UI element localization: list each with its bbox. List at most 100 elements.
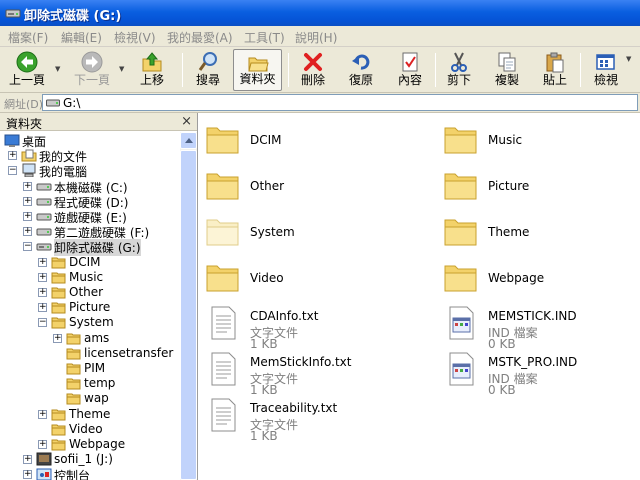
tree-item-label: Music: [69, 269, 104, 284]
search-button[interactable]: 搜尋: [188, 49, 228, 91]
expand-icon[interactable]: +: [23, 455, 32, 465]
removable-drive-icon: [5, 9, 21, 18]
expand-icon[interactable]: +: [38, 288, 47, 297]
ind-file-icon: [449, 306, 474, 340]
toolbar-separator: [288, 53, 289, 87]
copy-button[interactable]: 複製: [488, 49, 526, 91]
tree-item-label: DCIM: [69, 254, 101, 269]
folder-icon: [51, 257, 66, 269]
folders-scrollbar[interactable]: [180, 132, 197, 480]
undo-icon: [352, 54, 370, 70]
folder-icon: [51, 317, 66, 329]
expand-icon[interactable]: +: [8, 151, 17, 161]
folder-icon: [51, 439, 66, 451]
paste-label: 貼上: [542, 73, 567, 87]
tree-item-label: Theme: [69, 406, 111, 421]
tree-item-label: Video: [69, 421, 103, 436]
expand-icon[interactable]: +: [38, 303, 47, 313]
address-label: 網址(D): [4, 98, 44, 111]
folder-item[interactable]: Theme: [443, 213, 640, 257]
folder-icon: [444, 127, 477, 154]
toolbar: 上一頁 ▼ 下一頁 ▼ 上移 搜尋 資料夾 刪除 復原 內容 剪下 複製 貼上 …: [0, 47, 640, 93]
expand-icon[interactable]: +: [23, 212, 32, 221]
expand-icon[interactable]: +: [23, 470, 32, 480]
expand-icon[interactable]: +: [23, 196, 32, 206]
folder-icon: [51, 424, 66, 436]
tree-item-label: temp: [84, 376, 116, 391]
removable-drive-icon: [36, 243, 52, 251]
tree-item-label: sofii_1 (J:): [54, 452, 113, 467]
folder-icon: [206, 127, 239, 154]
address-bar: 網址(D) G:\: [0, 93, 640, 113]
cut-button[interactable]: 剪下: [440, 49, 478, 91]
toolbar-separator: [580, 53, 581, 87]
back-dropdown-arrow[interactable]: ▼: [55, 65, 60, 73]
control-panel-icon: [36, 468, 52, 480]
file-item[interactable]: MemStickInfo.txt 文字文件 1 KB: [205, 351, 425, 397]
copy-label: 複製: [494, 73, 519, 87]
properties-button[interactable]: 內容: [390, 49, 430, 91]
address-input[interactable]: G:\: [42, 94, 638, 111]
collapse-icon[interactable]: −: [38, 318, 47, 328]
item-name: Traceability.txt: [250, 401, 338, 415]
expand-icon[interactable]: +: [53, 333, 62, 343]
paste-button[interactable]: 貼上: [536, 49, 574, 91]
views-label: 檢視: [593, 73, 618, 87]
tree-item-label: System: [69, 315, 114, 330]
forward-dropdown-arrow[interactable]: ▼: [119, 65, 124, 73]
folder-icon: [206, 219, 239, 246]
file-item[interactable]: CDAInfo.txt 文字文件 1 KB: [205, 305, 425, 351]
undo-button[interactable]: 復原: [342, 49, 380, 91]
folder-item[interactable]: DCIM: [205, 121, 425, 165]
tree-item-label: wap: [84, 391, 109, 406]
folder-icon: [51, 409, 66, 421]
up-button[interactable]: 上移: [132, 49, 172, 91]
file-item[interactable]: Traceability.txt 文字文件 1 KB: [205, 397, 425, 443]
menu-view[interactable]: 檢視(V): [114, 29, 156, 46]
scroll-thumb[interactable]: [180, 150, 197, 480]
expand-icon[interactable]: +: [38, 257, 47, 267]
folder-item[interactable]: Webpage: [443, 259, 640, 303]
menu-tools[interactable]: 工具(T): [244, 29, 285, 46]
folders-button[interactable]: 資料夾: [233, 49, 282, 91]
folder-item[interactable]: Picture: [443, 167, 640, 211]
expand-icon[interactable]: +: [38, 409, 47, 419]
expand-icon[interactable]: +: [23, 181, 32, 191]
scroll-up-arrow[interactable]: [180, 132, 197, 149]
file-item[interactable]: MSTK_PRO.IND IND 檔案 0 KB: [443, 351, 640, 397]
expand-icon[interactable]: +: [38, 272, 47, 282]
folder-item[interactable]: Video: [205, 259, 425, 303]
folder-icon: [206, 265, 239, 292]
menu-help[interactable]: 說明(H): [295, 29, 337, 46]
forward-button[interactable]: 下一頁: [66, 49, 118, 91]
back-button[interactable]: 上一頁: [2, 49, 52, 91]
expand-icon[interactable]: +: [38, 440, 47, 449]
tree-item-label: Webpage: [69, 437, 126, 451]
menu-file[interactable]: 檔案(F): [8, 29, 48, 46]
file-item[interactable]: MEMSTICK.IND IND 檔案 0 KB: [443, 305, 640, 351]
collapse-icon[interactable]: −: [23, 242, 32, 252]
menu-edit[interactable]: 編輯(E): [61, 29, 102, 46]
delete-button[interactable]: 刪除: [294, 49, 332, 91]
folder-item[interactable]: Other: [205, 167, 425, 211]
item-name: System: [250, 225, 295, 239]
address-path: G:\: [63, 96, 81, 110]
forward-arrow-icon: [81, 51, 103, 73]
folders-pane-header: 資料夾 ×: [0, 113, 197, 131]
properties-icon: [402, 52, 418, 72]
drive-icon: [36, 213, 52, 221]
folder-item[interactable]: Music: [443, 121, 640, 165]
folder-item[interactable]: System: [205, 213, 425, 257]
text-file-icon: [211, 306, 236, 340]
menu-favorites[interactable]: 我的最愛(A): [167, 29, 233, 46]
views-button[interactable]: 檢視: [585, 49, 627, 91]
tree-item-label: Other: [69, 285, 104, 299]
title-bar[interactable]: 卸除式磁碟 (G:): [0, 0, 640, 26]
undo-label: 復原: [348, 73, 373, 87]
folder-icon: [66, 333, 81, 345]
expand-icon[interactable]: +: [23, 227, 32, 237]
back-label: 上一頁: [8, 73, 45, 87]
views-dropdown-arrow[interactable]: ▼: [626, 55, 631, 63]
close-pane-button[interactable]: ×: [181, 114, 192, 129]
collapse-icon[interactable]: −: [8, 166, 17, 176]
